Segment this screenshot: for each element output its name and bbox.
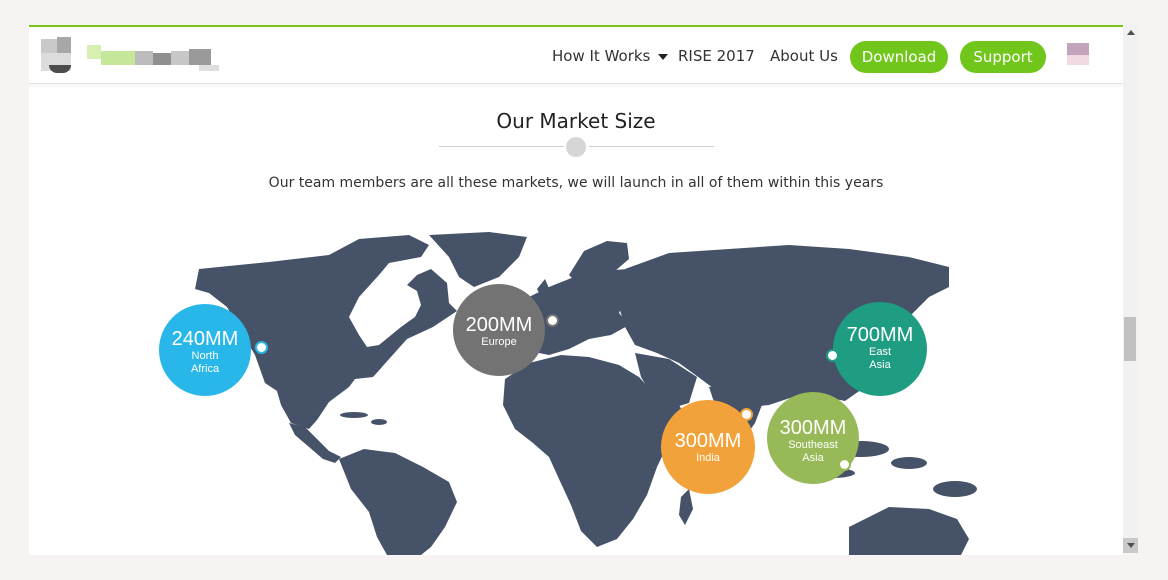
scrollbar-thumb[interactable]	[1124, 317, 1136, 361]
download-button[interactable]: Download	[850, 41, 948, 73]
market-amount: 700MM	[846, 324, 914, 346]
market-bubble-east-asia[interactable]: 700MM East Asia	[833, 302, 927, 396]
map-pin-east-asia[interactable]	[826, 349, 839, 362]
map-pin-india[interactable]	[740, 408, 753, 421]
market-region-line1: North	[191, 350, 219, 362]
market-bubble-europe[interactable]: 200MM Europe	[453, 284, 545, 376]
market-region-line1: Southeast	[788, 439, 838, 451]
market-region-line1: India	[696, 452, 720, 464]
nav-about-us[interactable]: About Us	[770, 47, 838, 65]
divider-line-right	[589, 146, 714, 147]
site-logo[interactable]	[35, 35, 225, 75]
market-amount: 300MM	[779, 417, 847, 439]
vertical-scrollbar[interactable]	[1123, 25, 1138, 553]
top-navigation: How It Works RISE 2017 About Us Download…	[29, 27, 1123, 84]
divider-dot	[566, 137, 586, 157]
market-amount: 200MM	[465, 314, 533, 336]
map-pin-north-africa[interactable]	[255, 341, 268, 354]
map-pin-europe[interactable]	[546, 314, 559, 327]
browser-page: How It Works RISE 2017 About Us Download…	[29, 25, 1123, 555]
nav-rise-2017[interactable]: RISE 2017	[678, 47, 755, 65]
world-map: 240MM North Africa 200MM Europe 700MM Ea…	[29, 227, 1123, 555]
divider-line-left	[439, 146, 564, 147]
map-pin-southeast-asia[interactable]	[838, 458, 851, 471]
caret-down-icon	[658, 53, 669, 60]
market-region-line2: Asia	[869, 359, 891, 371]
scroll-down-arrow-icon[interactable]	[1123, 538, 1138, 553]
market-region-line1: East	[868, 346, 891, 358]
market-region-line1: Europe	[481, 336, 517, 348]
market-bubble-north-africa[interactable]: 240MM North Africa	[159, 304, 251, 396]
support-button[interactable]: Support	[960, 41, 1046, 73]
section-subtitle: Our team members are all these markets, …	[268, 175, 884, 191]
scroll-up-arrow-icon[interactable]	[1123, 25, 1138, 40]
market-region-line2: Africa	[190, 363, 220, 375]
user-avatar[interactable]	[1067, 43, 1089, 65]
nav-how-it-works-label: How It Works	[552, 47, 651, 65]
section-title: Our Market Size	[496, 109, 656, 133]
nav-how-it-works[interactable]: How It Works	[552, 47, 669, 65]
market-amount: 300MM	[674, 430, 742, 452]
market-amount: 240MM	[171, 328, 239, 350]
